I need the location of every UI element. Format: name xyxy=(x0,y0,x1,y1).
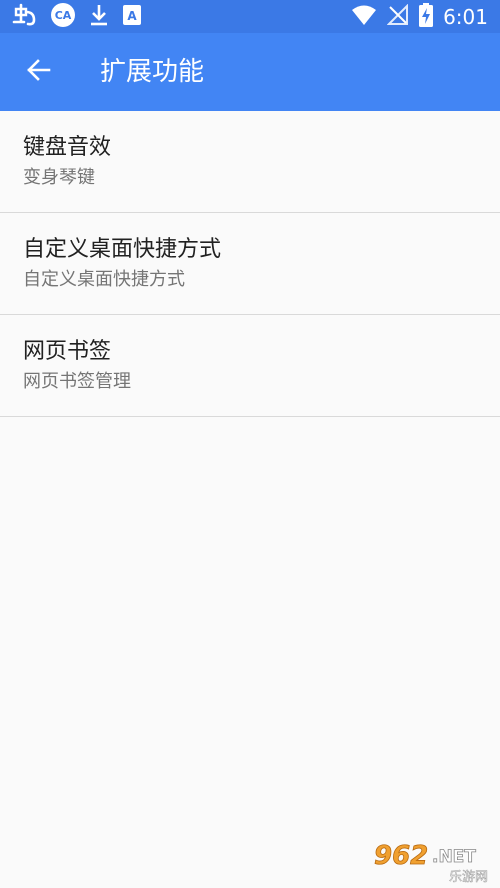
list-item-bookmarks[interactable]: 网页书签 网页书签管理 xyxy=(0,315,500,417)
watermark-logo-number: 962 xyxy=(374,841,428,871)
arrow-back-icon xyxy=(25,57,51,87)
status-bar-notifications: CA A xyxy=(12,2,142,32)
accessibility-icon: A xyxy=(122,4,142,30)
list-item-subtitle: 变身琴键 xyxy=(23,167,95,188)
svg-text:A: A xyxy=(127,9,137,23)
app-logo-icon xyxy=(12,2,38,32)
status-bar-system: 6:01 xyxy=(351,3,488,31)
watermark-logo: 962 .NET 乐游网 xyxy=(370,840,494,886)
list-item-title: 网页书签 xyxy=(23,339,112,364)
page-title: 扩展功能 xyxy=(100,57,205,87)
back-button[interactable] xyxy=(14,48,62,96)
watermark-logo-suffix: .NET xyxy=(432,847,476,867)
status-bar: CA A 6:01 xyxy=(0,0,500,33)
app-bar: 扩展功能 xyxy=(0,33,500,111)
cloud-app-icon: CA xyxy=(50,2,76,32)
list-item-keyboard-sound[interactable]: 键盘音效 变身琴键 xyxy=(0,111,500,213)
watermark-caption: 乐游网 xyxy=(449,870,488,884)
status-time: 6:01 xyxy=(443,5,488,29)
download-icon xyxy=(88,3,110,31)
list-item-title: 自定义桌面快捷方式 xyxy=(23,237,222,262)
settings-list: 键盘音效 变身琴键 自定义桌面快捷方式 自定义桌面快捷方式 网页书签 网页书签管… xyxy=(0,111,500,417)
svg-text:CA: CA xyxy=(55,9,72,22)
wifi-icon xyxy=(351,4,377,30)
battery-charging-icon xyxy=(419,3,434,31)
no-signal-icon xyxy=(386,3,409,30)
list-item-desktop-shortcut[interactable]: 自定义桌面快捷方式 自定义桌面快捷方式 xyxy=(0,213,500,315)
list-item-subtitle: 自定义桌面快捷方式 xyxy=(23,269,185,290)
list-item-title: 键盘音效 xyxy=(23,135,112,160)
list-item-subtitle: 网页书签管理 xyxy=(23,371,131,392)
